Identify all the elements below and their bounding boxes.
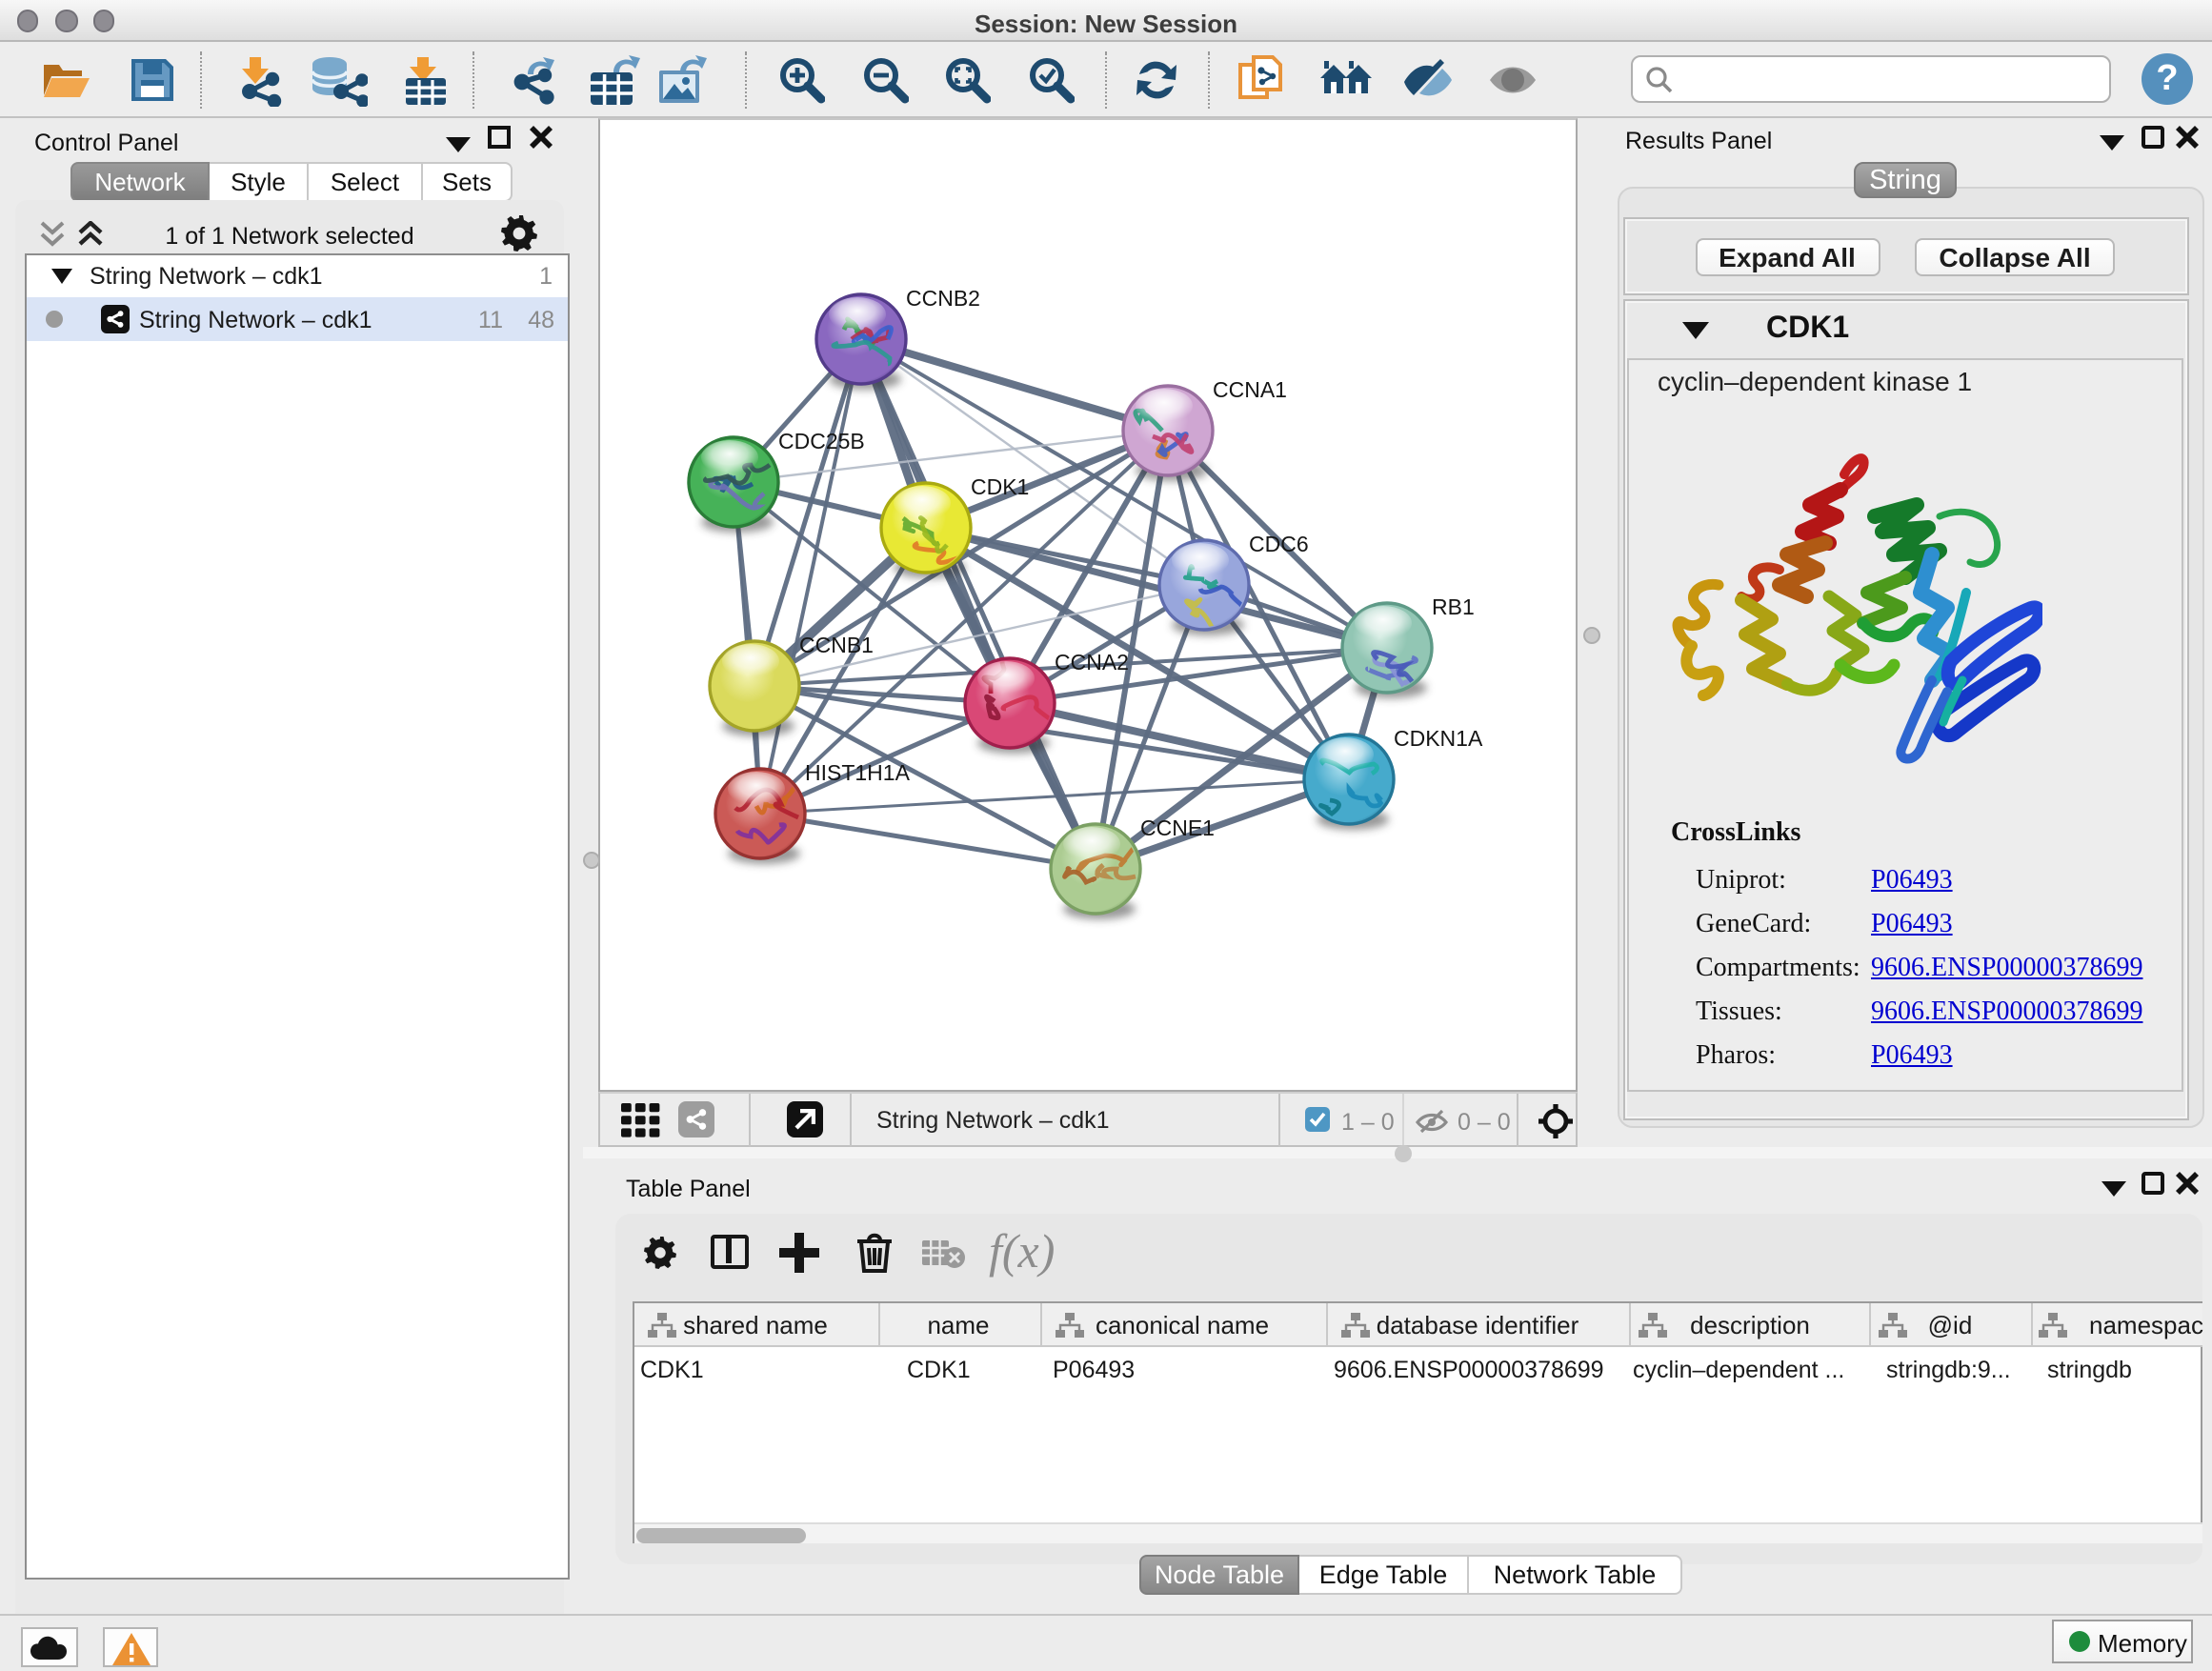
svg-text:CCNB1: CCNB1 (799, 633, 874, 657)
svg-text:CCNE1: CCNE1 (1140, 815, 1215, 840)
svg-text:CCNA2: CCNA2 (1055, 650, 1129, 674)
svg-text:CCNB2: CCNB2 (906, 286, 980, 311)
svg-text:CCNA1: CCNA1 (1213, 377, 1287, 402)
svg-text:CDK1: CDK1 (971, 474, 1029, 499)
svg-text:CDKN1A: CDKN1A (1394, 726, 1483, 751)
svg-text:RB1: RB1 (1432, 594, 1475, 619)
svg-text:CDC6: CDC6 (1249, 532, 1309, 556)
svg-text:CDC25B: CDC25B (778, 429, 865, 453)
svg-text:HIST1H1A: HIST1H1A (805, 760, 911, 785)
